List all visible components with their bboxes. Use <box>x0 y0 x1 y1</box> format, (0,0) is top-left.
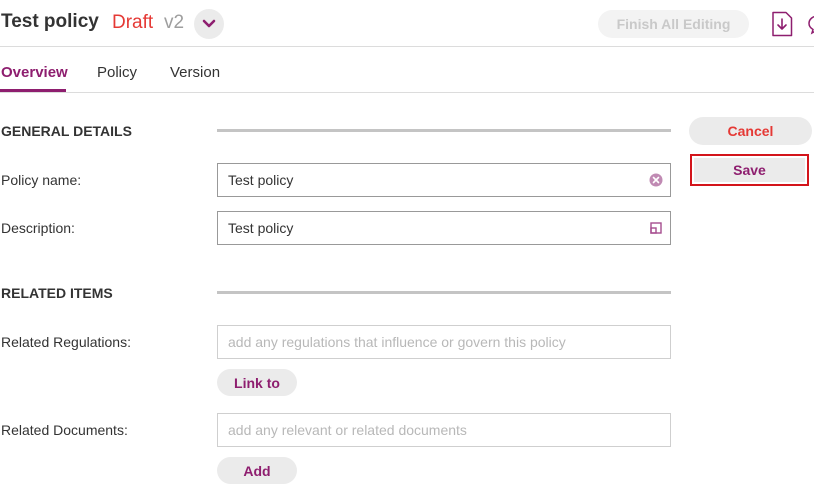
tabs-divider <box>0 92 814 93</box>
general-details-heading: GENERAL DETAILS <box>1 123 132 139</box>
comments-button[interactable] <box>806 12 814 36</box>
chevron-down-icon <box>202 19 216 28</box>
tab-policy[interactable]: Policy <box>97 64 137 81</box>
related-regulations-field <box>217 325 671 359</box>
policy-name-input[interactable] <box>218 164 670 196</box>
status-label: Draft <box>112 12 154 33</box>
link-to-button[interactable]: Link to <box>217 369 297 396</box>
description-label: Description: <box>1 220 75 236</box>
related-regulations-input[interactable] <box>218 326 670 358</box>
tab-version[interactable]: Version <box>170 64 220 81</box>
version-label: v2 <box>164 12 185 33</box>
finish-all-editing-button[interactable]: Finish All Editing <box>598 10 749 38</box>
save-button[interactable]: Save <box>694 158 805 182</box>
related-documents-label: Related Documents: <box>1 422 128 438</box>
description-input[interactable] <box>218 212 670 244</box>
download-button[interactable] <box>771 11 793 37</box>
tab-overview[interactable]: Overview <box>1 64 68 81</box>
version-menu-button[interactable] <box>194 9 224 39</box>
related-documents-input[interactable] <box>218 414 670 446</box>
cancel-button[interactable]: Cancel <box>689 117 812 145</box>
related-items-rule <box>217 291 671 294</box>
header-divider <box>0 46 814 47</box>
related-items-heading: RELATED ITEMS <box>1 285 113 301</box>
general-details-rule <box>217 129 671 132</box>
policy-name-field <box>217 163 671 197</box>
related-documents-field <box>217 413 671 447</box>
clear-icon[interactable] <box>649 173 663 187</box>
policy-name-label: Policy name: <box>1 172 82 188</box>
expand-icon[interactable] <box>649 221 663 235</box>
related-regulations-label: Related Regulations: <box>1 334 131 350</box>
add-document-button[interactable]: Add <box>217 457 297 484</box>
download-icon <box>772 11 793 37</box>
policy-title: Test policy <box>1 11 99 32</box>
comment-icon <box>808 15 814 35</box>
description-field <box>217 211 671 245</box>
